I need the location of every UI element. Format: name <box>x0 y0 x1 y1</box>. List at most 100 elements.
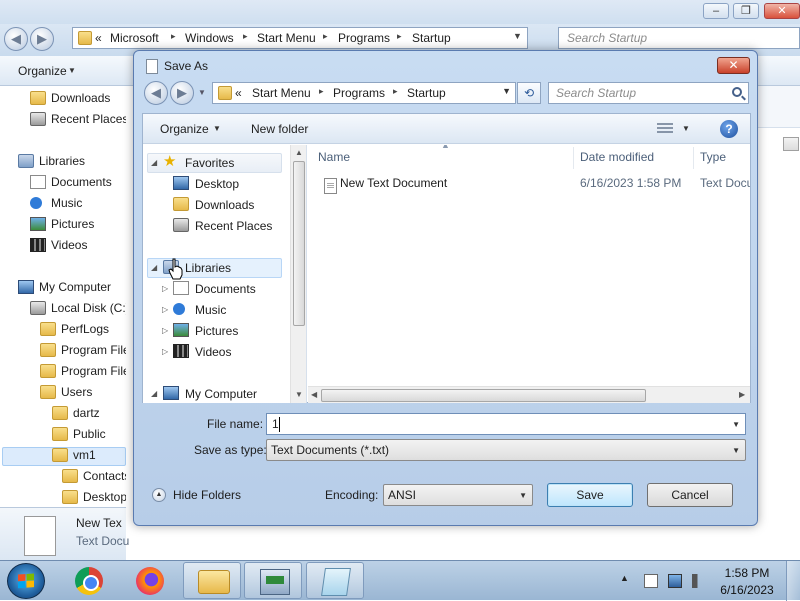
tree-item[interactable]: vm1 <box>52 446 126 464</box>
tree-item[interactable]: Program Files <box>40 341 126 359</box>
background-close-button[interactable]: ✕ <box>764 3 800 19</box>
breadcrumb-overflow[interactable]: « <box>95 31 102 45</box>
chevron-right-icon[interactable]: ▸ <box>393 86 398 97</box>
tree-item[interactable]: Program Files <box>40 362 126 380</box>
forward-button[interactable]: ▶ <box>30 27 54 51</box>
dialog-address-bar[interactable]: « Start Menu ▸ Programs ▸ Startup ▼ <box>212 82 516 104</box>
chevron-right-icon[interactable]: ▸ <box>171 31 176 42</box>
chevron-down-icon[interactable]: ▼ <box>502 86 511 96</box>
show-desktop-button[interactable] <box>786 561 800 601</box>
breadcrumb-startup[interactable]: Startup <box>407 86 446 100</box>
scroll-left-icon[interactable]: ◀ <box>311 390 317 399</box>
file-name-label: File name: <box>207 417 264 431</box>
chevron-down-icon[interactable]: ▼ <box>513 31 522 41</box>
breadcrumb-start-menu[interactable]: Start Menu <box>257 31 316 45</box>
scrollbar-thumb[interactable] <box>293 161 305 326</box>
breadcrumb-programs[interactable]: Programs <box>333 86 385 100</box>
tree-item[interactable]: dartz <box>52 404 126 422</box>
tree-item[interactable]: Pictures <box>30 215 126 233</box>
chevron-right-icon[interactable]: ▸ <box>323 31 328 42</box>
tree-item[interactable]: Public <box>52 425 126 443</box>
tree-item[interactable]: Libraries <box>18 152 126 170</box>
forward-button[interactable]: ▶ <box>170 81 194 105</box>
chevron-right-icon[interactable]: ▸ <box>319 86 324 97</box>
scroll-button[interactable] <box>783 137 799 151</box>
chevron-right-icon[interactable]: ▸ <box>243 31 248 42</box>
navigation-scrollbar[interactable]: ▲ ▼ <box>290 145 306 403</box>
volume-muted-icon[interactable] <box>692 574 706 588</box>
taskbar-explorer[interactable] <box>183 562 241 599</box>
tree-item[interactable]: Downloads <box>30 89 126 107</box>
tree-item[interactable]: Recent Places <box>30 110 126 128</box>
encoding-select[interactable]: ANSI ▼ <box>383 484 533 506</box>
tree-item[interactable]: My Computer <box>18 278 126 296</box>
file-row[interactable]: New Text Document 6/16/2023 1:58 PM Text… <box>308 145 750 205</box>
search-icon <box>732 87 742 97</box>
tree-item[interactable]: Desktop <box>62 488 126 506</box>
recent-locations-chevron-icon[interactable]: ▼ <box>198 88 206 97</box>
horizontal-scrollbar[interactable]: ◀ ▶ <box>308 386 750 403</box>
save-as-type-select[interactable]: Text Documents (*.txt) ▼ <box>266 439 746 461</box>
expand-arrow-icon[interactable]: ▷ <box>162 279 168 299</box>
show-hidden-icons-icon[interactable]: ▲ <box>620 573 634 587</box>
breadcrumb-overflow[interactable]: « <box>235 86 242 100</box>
file-name-input[interactable]: 1 ▼ <box>266 413 746 435</box>
expand-arrow-icon[interactable]: ▷ <box>162 342 168 362</box>
new-folder-button[interactable]: New folder <box>251 122 308 136</box>
scrollbar-thumb[interactable] <box>321 389 646 402</box>
chevron-down-icon[interactable]: ▼ <box>213 124 221 133</box>
chevron-down-icon[interactable]: ▼ <box>732 420 740 429</box>
help-icon[interactable]: ? <box>720 120 738 138</box>
expand-arrow-icon[interactable]: ▷ <box>162 321 168 341</box>
tree-item[interactable]: Users <box>40 383 126 401</box>
breadcrumb-startup[interactable]: Startup <box>412 31 451 45</box>
cancel-button[interactable]: Cancel <box>647 483 733 507</box>
chevron-right-icon[interactable]: ▸ <box>397 31 402 42</box>
chevron-down-icon[interactable]: ▼ <box>68 66 76 75</box>
tree-item[interactable]: PerfLogs <box>40 320 126 338</box>
desktop-icon <box>173 176 189 190</box>
taskbar-network-app[interactable] <box>244 562 302 599</box>
chevron-down-icon[interactable]: ▼ <box>519 491 527 500</box>
tree-item[interactable]: Videos <box>30 236 126 254</box>
taskbar-notepad[interactable] <box>306 562 364 599</box>
tree-item[interactable]: Documents <box>30 173 126 191</box>
chevron-down-icon[interactable]: ▼ <box>682 124 690 133</box>
breadcrumb-microsoft[interactable]: Microsoft <box>110 31 159 45</box>
network-status-icon[interactable] <box>668 574 682 588</box>
organize-button[interactable]: Organize <box>18 64 67 78</box>
dialog-close-button[interactable]: ✕ <box>717 57 750 74</box>
dialog-search-input[interactable]: Search Startup <box>548 82 749 104</box>
collapse-arrow-icon[interactable]: ◢ <box>151 153 157 173</box>
back-button[interactable]: ◀ <box>4 27 28 51</box>
tree-item-label: Desktop <box>83 490 126 504</box>
action-center-flag-icon[interactable] <box>644 574 658 588</box>
tree-item[interactable]: Local Disk (C:) <box>30 299 126 317</box>
file-type: Text Docu <box>700 176 750 190</box>
scroll-down-icon[interactable]: ▼ <box>295 390 303 399</box>
organize-button[interactable]: Organize <box>160 122 209 136</box>
start-button[interactable] <box>7 563 45 599</box>
scroll-up-icon[interactable]: ▲ <box>295 148 303 157</box>
minimize-button[interactable]: – <box>703 3 729 19</box>
breadcrumb-start-menu[interactable]: Start Menu <box>252 86 311 100</box>
chevron-down-icon[interactable]: ▼ <box>732 446 740 455</box>
taskbar-chrome[interactable] <box>59 562 117 599</box>
refresh-button[interactable]: ⟲ <box>517 82 541 104</box>
breadcrumb-programs[interactable]: Programs <box>338 31 390 45</box>
background-search-input[interactable]: Search Startup <box>558 27 800 49</box>
breadcrumb-windows[interactable]: Windows <box>185 31 234 45</box>
maximize-button[interactable]: ❐ <box>733 3 759 19</box>
collapse-arrow-icon[interactable]: ◢ <box>151 258 157 278</box>
collapse-arrow-icon[interactable]: ◢ <box>151 384 157 403</box>
taskbar-firefox[interactable] <box>121 562 179 599</box>
expand-arrow-icon[interactable]: ▷ <box>162 300 168 320</box>
tree-item[interactable]: Contacts <box>62 467 126 485</box>
change-view-icon[interactable] <box>657 123 673 135</box>
scroll-right-icon[interactable]: ▶ <box>739 390 745 399</box>
save-button[interactable]: Save <box>547 483 633 507</box>
text-caret <box>279 417 280 432</box>
background-address-bar[interactable]: « Microsoft ▸ Windows ▸ Start Menu ▸ Pro… <box>72 27 528 49</box>
tree-item[interactable]: Music <box>30 194 126 212</box>
back-button[interactable]: ◀ <box>144 81 168 105</box>
